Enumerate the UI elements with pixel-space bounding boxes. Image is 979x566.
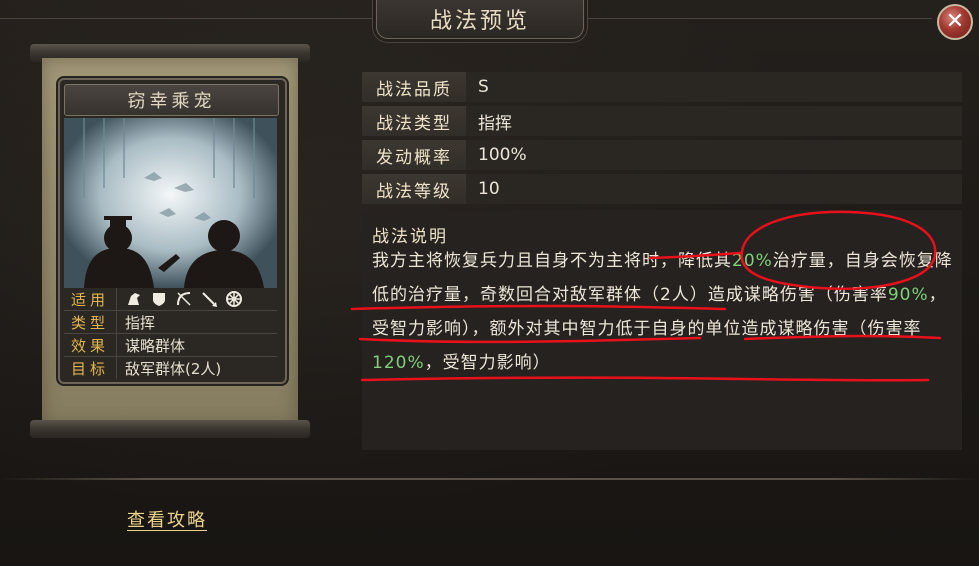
scroll-rod-bottom (30, 420, 310, 438)
stat-value: 敌军群体(2人) (125, 359, 222, 378)
desc-segment: ，受智力影响） (424, 353, 551, 373)
stat-value: 指挥 (125, 313, 156, 332)
close-button[interactable]: ✕ (937, 4, 973, 40)
desc-highlight: 90% (887, 285, 929, 305)
page-title: 战法预览 (429, 9, 530, 34)
close-icon: ✕ (945, 9, 965, 34)
footer-divider (0, 478, 979, 480)
info-row-level: 战法等级 10 (362, 174, 962, 204)
stat-row-effect: 效果 谋略群体 (64, 334, 277, 357)
stat-row-applicable: 适用 (64, 288, 277, 311)
header-divider-left (0, 18, 376, 19)
card-illustration (64, 118, 277, 288)
description-text: 我方主将恢复兵力且自身不为主将时，降低其20%治疗量，自身会恢复降低的治疗量，奇… (372, 244, 956, 380)
stat-row-target: 目标 敌军群体(2人) (64, 357, 277, 379)
wheel-icon (226, 291, 242, 307)
stat-key: 效果 (64, 334, 117, 356)
info-row-type: 战法类型 指挥 (362, 106, 962, 136)
desc-highlight: 120% (372, 353, 425, 373)
info-label: 战法等级 (362, 174, 466, 204)
skill-card: 窃幸乘宠 适用 类型 指挥 效果 谋略群体 目标 敌军群体(2人) (58, 78, 287, 384)
info-label: 战法类型 (362, 106, 466, 136)
unit-type-icons (117, 290, 243, 308)
card-title-plate: 窃幸乘宠 (64, 84, 279, 116)
info-row-quality: 战法品质 S (362, 72, 962, 102)
info-value: S (478, 77, 489, 97)
info-row-probability: 发动概率 100% (362, 140, 962, 170)
card-stats: 适用 类型 指挥 效果 谋略群体 目标 敌军群体(2人) (64, 288, 277, 379)
stat-value: 谋略群体 (125, 336, 186, 355)
view-guide-link[interactable]: 查看攻略 (127, 506, 207, 532)
spear-icon (202, 292, 217, 307)
shield-icon (153, 293, 165, 306)
info-value: 10 (478, 179, 500, 199)
stat-key: 类型 (64, 311, 117, 333)
info-label: 发动概率 (362, 140, 466, 170)
info-label: 战法品质 (362, 72, 466, 102)
cavalry-icon (128, 293, 140, 305)
silhouette-illustration (64, 118, 277, 288)
title-plate: 战法预览 (376, 0, 584, 39)
bow-icon (177, 292, 191, 306)
card-title: 窃幸乘宠 (127, 91, 216, 112)
stat-row-type: 类型 指挥 (64, 311, 277, 334)
description-box: 战法说明 我方主将恢复兵力且自身不为主将时，降低其20%治疗量，自身会恢复降低的… (362, 210, 962, 450)
stat-key: 适用 (64, 288, 117, 310)
desc-highlight: 20% (732, 251, 773, 271)
desc-segment: 我方主将恢复兵力且自身不为主将时，降低其 (372, 251, 732, 271)
info-value: 指挥 (478, 113, 512, 134)
info-value: 100% (478, 145, 527, 165)
header-divider-right (582, 18, 932, 19)
stat-key: 目标 (64, 357, 117, 379)
